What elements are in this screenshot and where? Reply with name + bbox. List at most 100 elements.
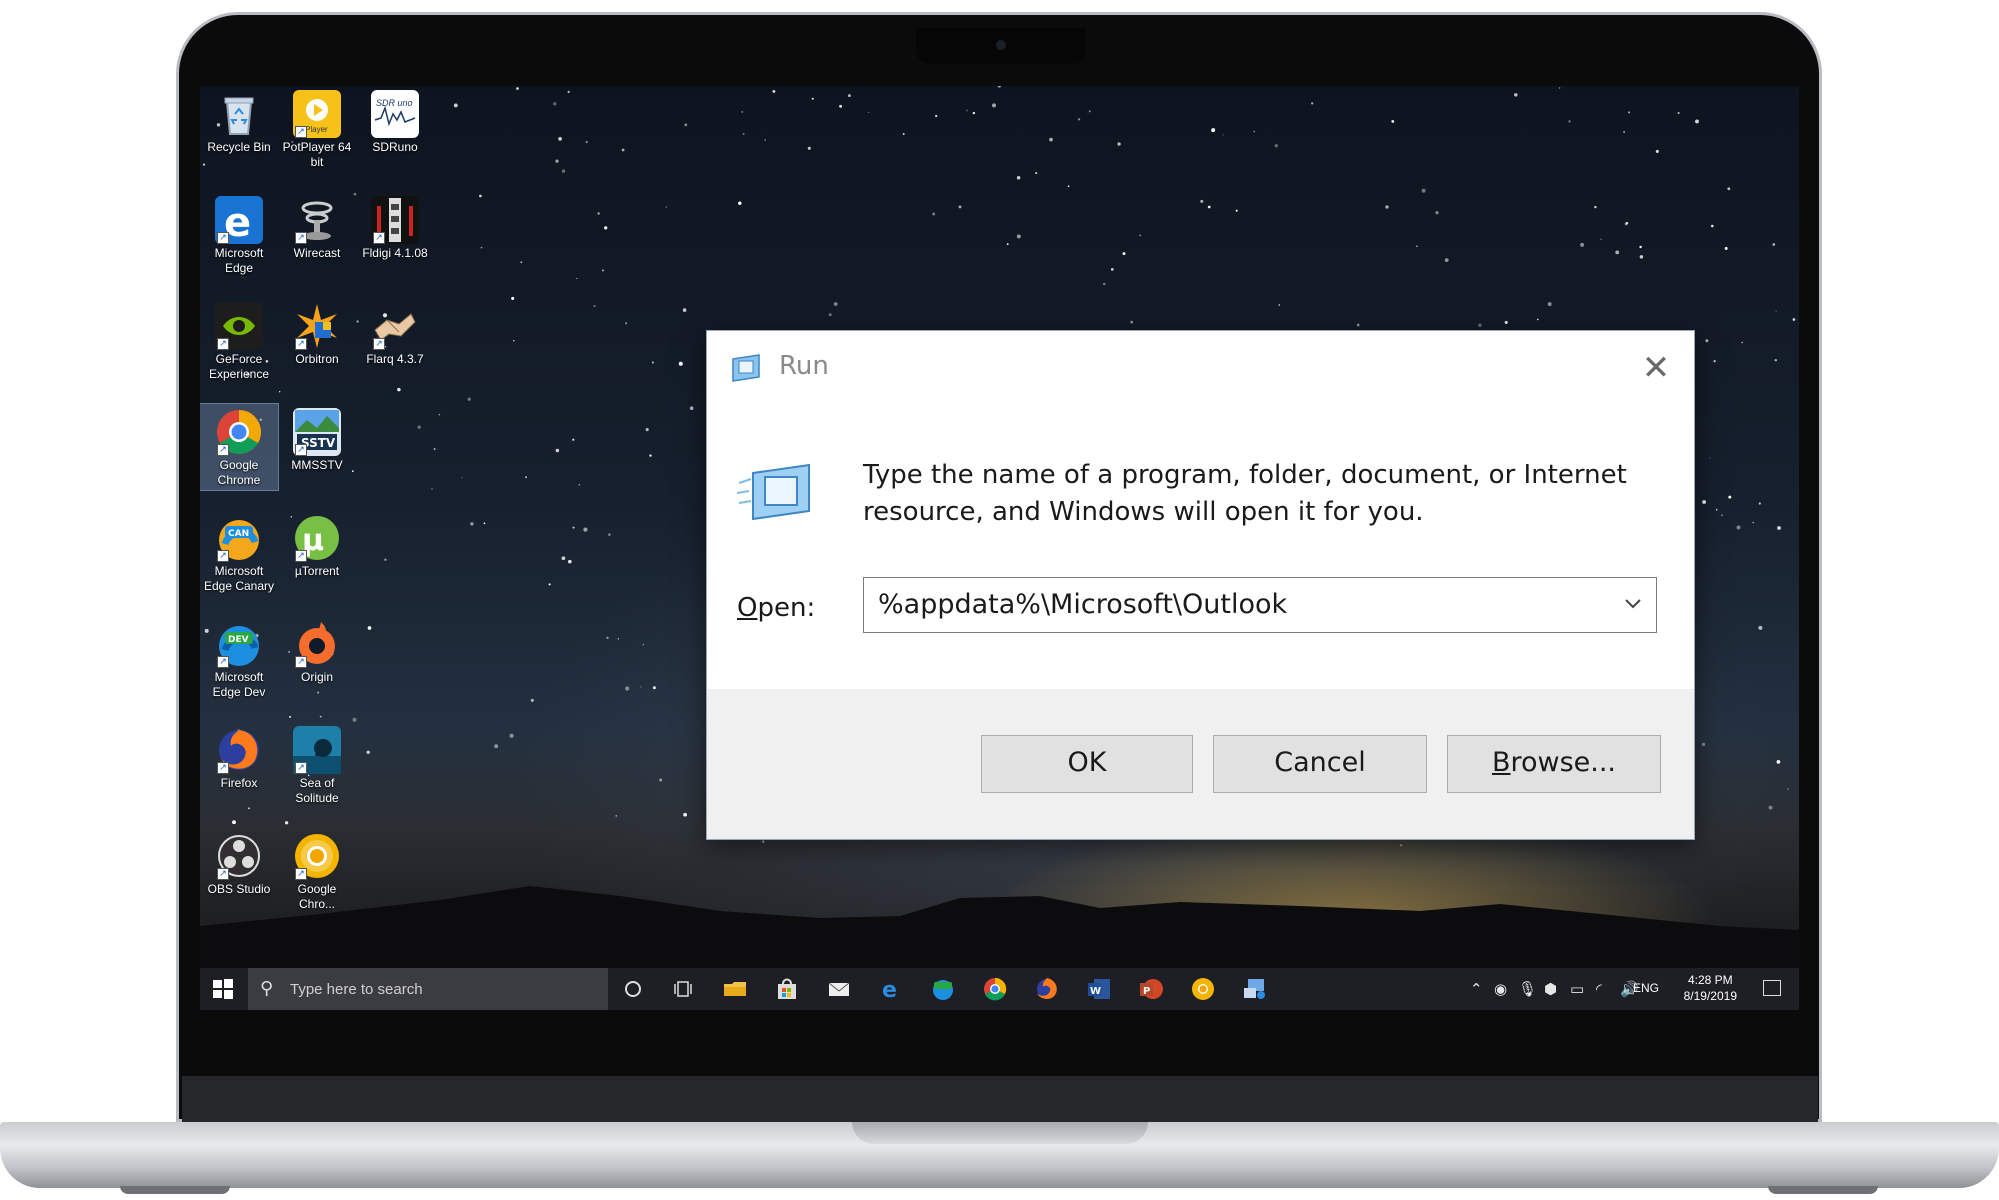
chrome-icon[interactable]: [982, 976, 1008, 1002]
network-tool-icon[interactable]: [1242, 976, 1268, 1002]
open-input-value[interactable]: %appdata%\Microsoft\Outlook: [878, 589, 1287, 620]
desktop-icon-recycle-bin[interactable]: Recycle Bin: [200, 86, 278, 157]
wifi-icon[interactable]: ◜: [1596, 980, 1602, 998]
desktop-icon-label: OBS Studio: [207, 882, 271, 896]
desktop-icon-label: Microsoft Edge Dev: [212, 670, 266, 699]
search-icon: ⚲: [260, 978, 274, 999]
desktop-icon-edge-canary[interactable]: CAN ↗ Microsoft Edge Canary: [200, 510, 278, 596]
geforce-icon: ↗: [215, 302, 263, 350]
edge-icon[interactable]: e: [878, 976, 904, 1003]
desktop-icon-label: µTorrent: [294, 564, 340, 578]
desktop-icon-potplayer[interactable]: Player ↗ PotPlayer 64 bit: [278, 86, 356, 172]
desktop-icon-obs-studio[interactable]: ↗ OBS Studio: [200, 828, 278, 899]
shortcut-arrow-icon: ↗: [295, 232, 307, 244]
cancel-button[interactable]: Cancel: [1213, 735, 1427, 793]
desktop-icon-label: Recycle Bin: [207, 140, 271, 154]
desktop-icon-label: Wirecast: [293, 246, 341, 260]
laptop-foot-left: [120, 1186, 230, 1194]
language-indicator[interactable]: ENG: [1633, 981, 1659, 995]
start-button[interactable]: [212, 978, 234, 1000]
action-center-icon[interactable]: [1763, 980, 1781, 996]
close-icon: ✕: [1641, 348, 1671, 388]
file-explorer-icon[interactable]: [722, 976, 748, 1002]
run-dialog-titlebar[interactable]: Run ✕: [707, 331, 1694, 408]
desktop-icon-fldigi[interactable]: ↗ Fldigi 4.1.08: [356, 192, 434, 263]
desktop-icon-sdruno[interactable]: SDR uno SDRuno: [356, 86, 434, 157]
chevron-down-icon[interactable]: [1620, 590, 1646, 616]
desktop-icon-edge-dev[interactable]: DEV ↗ Microsoft Edge Dev: [200, 616, 278, 702]
run-icon: [729, 353, 763, 383]
flarq-icon: ↗: [371, 302, 419, 350]
desktop-icon-google-chrome-canary[interactable]: ↗ Google Chro...: [278, 828, 356, 914]
dropbox-icon[interactable]: ⬢: [1544, 980, 1557, 998]
desktop-icon-firefox[interactable]: ↗ Firefox: [200, 722, 278, 793]
wirecast-icon: ↗: [293, 196, 341, 244]
desktop-icon-microsoft-edge[interactable]: e ↗ Microsoft Edge: [200, 192, 278, 278]
store-icon[interactable]: [774, 976, 800, 1002]
shortcut-arrow-icon: ↗: [295, 868, 307, 880]
shortcut-arrow-icon: ↗: [295, 338, 307, 350]
mountain-silhouette: [200, 886, 1799, 976]
desktop-icon-label: GeForce Experience: [208, 352, 270, 381]
task-view-icon[interactable]: [670, 976, 696, 1002]
laptop-opening-notch: [852, 1122, 1148, 1144]
camera-icon: [996, 40, 1006, 50]
potplayer-badge: Player: [305, 125, 328, 134]
shortcut-arrow-icon: ↗: [217, 232, 229, 244]
edge-canary-icon: CAN ↗: [215, 514, 263, 562]
shortcut-arrow-icon: ↗: [373, 338, 385, 350]
desktop-icon-mmsstv[interactable]: SSTV ↗ MMSSTV: [278, 404, 356, 475]
cancel-button-label: Cancel: [1274, 747, 1366, 778]
firefox-icon[interactable]: [1034, 976, 1060, 1002]
shortcut-arrow-icon: ↗: [295, 656, 307, 668]
battery-icon[interactable]: ▭: [1570, 980, 1584, 998]
fldigi-icon: ↗: [371, 196, 419, 244]
desktop-icon-flarq[interactable]: ↗ Flarq 4.3.7: [356, 298, 434, 369]
windows-logo-icon: [213, 979, 233, 999]
edge-icon: e ↗: [215, 196, 263, 246]
desktop-icon-sea-of-solitude[interactable]: ↗ Sea of Solitude: [278, 722, 356, 808]
edge-canary-badge: CAN: [228, 529, 249, 539]
shortcut-arrow-icon: ↗: [217, 444, 229, 456]
browse-button[interactable]: Browse...: [1447, 735, 1661, 793]
microphone-icon[interactable]: 🎙: [1518, 980, 1537, 998]
sea-of-solitude-icon: ↗: [293, 726, 341, 774]
desktop-icon-label: Sea of Solitude: [295, 776, 339, 805]
desktop-icon-origin[interactable]: ↗ Origin: [278, 616, 356, 687]
run-dialog: Run ✕ Type the name of a program, folder…: [706, 330, 1695, 840]
mmsstv-icon: SSTV ↗: [293, 408, 341, 456]
firefox-icon: ↗: [215, 726, 263, 774]
desktop-icon-orbitron[interactable]: ↗ Orbitron: [278, 298, 356, 369]
svg-text:e: e: [882, 978, 897, 1002]
shortcut-arrow-icon: ↗: [295, 550, 307, 562]
chrome-icon: ↗: [215, 408, 263, 456]
taskbar-search-box[interactable]: ⚲ Type here to search: [248, 968, 608, 1010]
open-combobox[interactable]: %appdata%\Microsoft\Outlook: [863, 577, 1657, 633]
desktop-icon-label: Microsoft Edge: [214, 246, 264, 275]
clock[interactable]: 4:28 PM 8/19/2019: [1684, 972, 1737, 1004]
edge-dev-icon[interactable]: [930, 976, 956, 1002]
svg-text:P: P: [1143, 986, 1150, 997]
tray-app-icon[interactable]: ◉: [1494, 980, 1507, 998]
shortcut-arrow-icon: ↗: [295, 126, 307, 138]
desktop-icon-wirecast[interactable]: ↗ Wirecast: [278, 192, 356, 263]
close-button[interactable]: ✕: [1632, 345, 1680, 393]
open-label-text: pen:: [757, 593, 816, 623]
ok-button[interactable]: OK: [981, 735, 1193, 793]
desktop-icon-label: Fldigi 4.1.08: [362, 246, 428, 260]
chrome-canary-icon: ↗: [293, 832, 341, 880]
cortana-icon[interactable]: [620, 976, 646, 1002]
run-program-icon: [736, 463, 813, 523]
potplayer-icon: Player ↗: [293, 90, 341, 138]
desktop-icon-geforce[interactable]: ↗ GeForce Experience: [200, 298, 278, 384]
taskbar: ⚲ Type here to search e W P ⌃ ◉ 🎙 ⬢ ▭ ◜ …: [200, 968, 1799, 1010]
sdruno-badge: SDR uno: [376, 98, 413, 108]
mail-icon[interactable]: [826, 976, 852, 1002]
desktop-icon-utorrent[interactable]: µ ↗ µTorrent: [278, 510, 356, 581]
powerpoint-icon[interactable]: P: [1138, 976, 1164, 1002]
word-icon[interactable]: W: [1086, 976, 1112, 1002]
chrome-canary-icon[interactable]: [1190, 976, 1216, 1002]
desktop-icon-google-chrome[interactable]: ↗ Google Chrome: [200, 403, 279, 491]
laptop-foot-right: [1768, 1186, 1878, 1194]
chevron-up-icon[interactable]: ⌃: [1470, 980, 1483, 998]
